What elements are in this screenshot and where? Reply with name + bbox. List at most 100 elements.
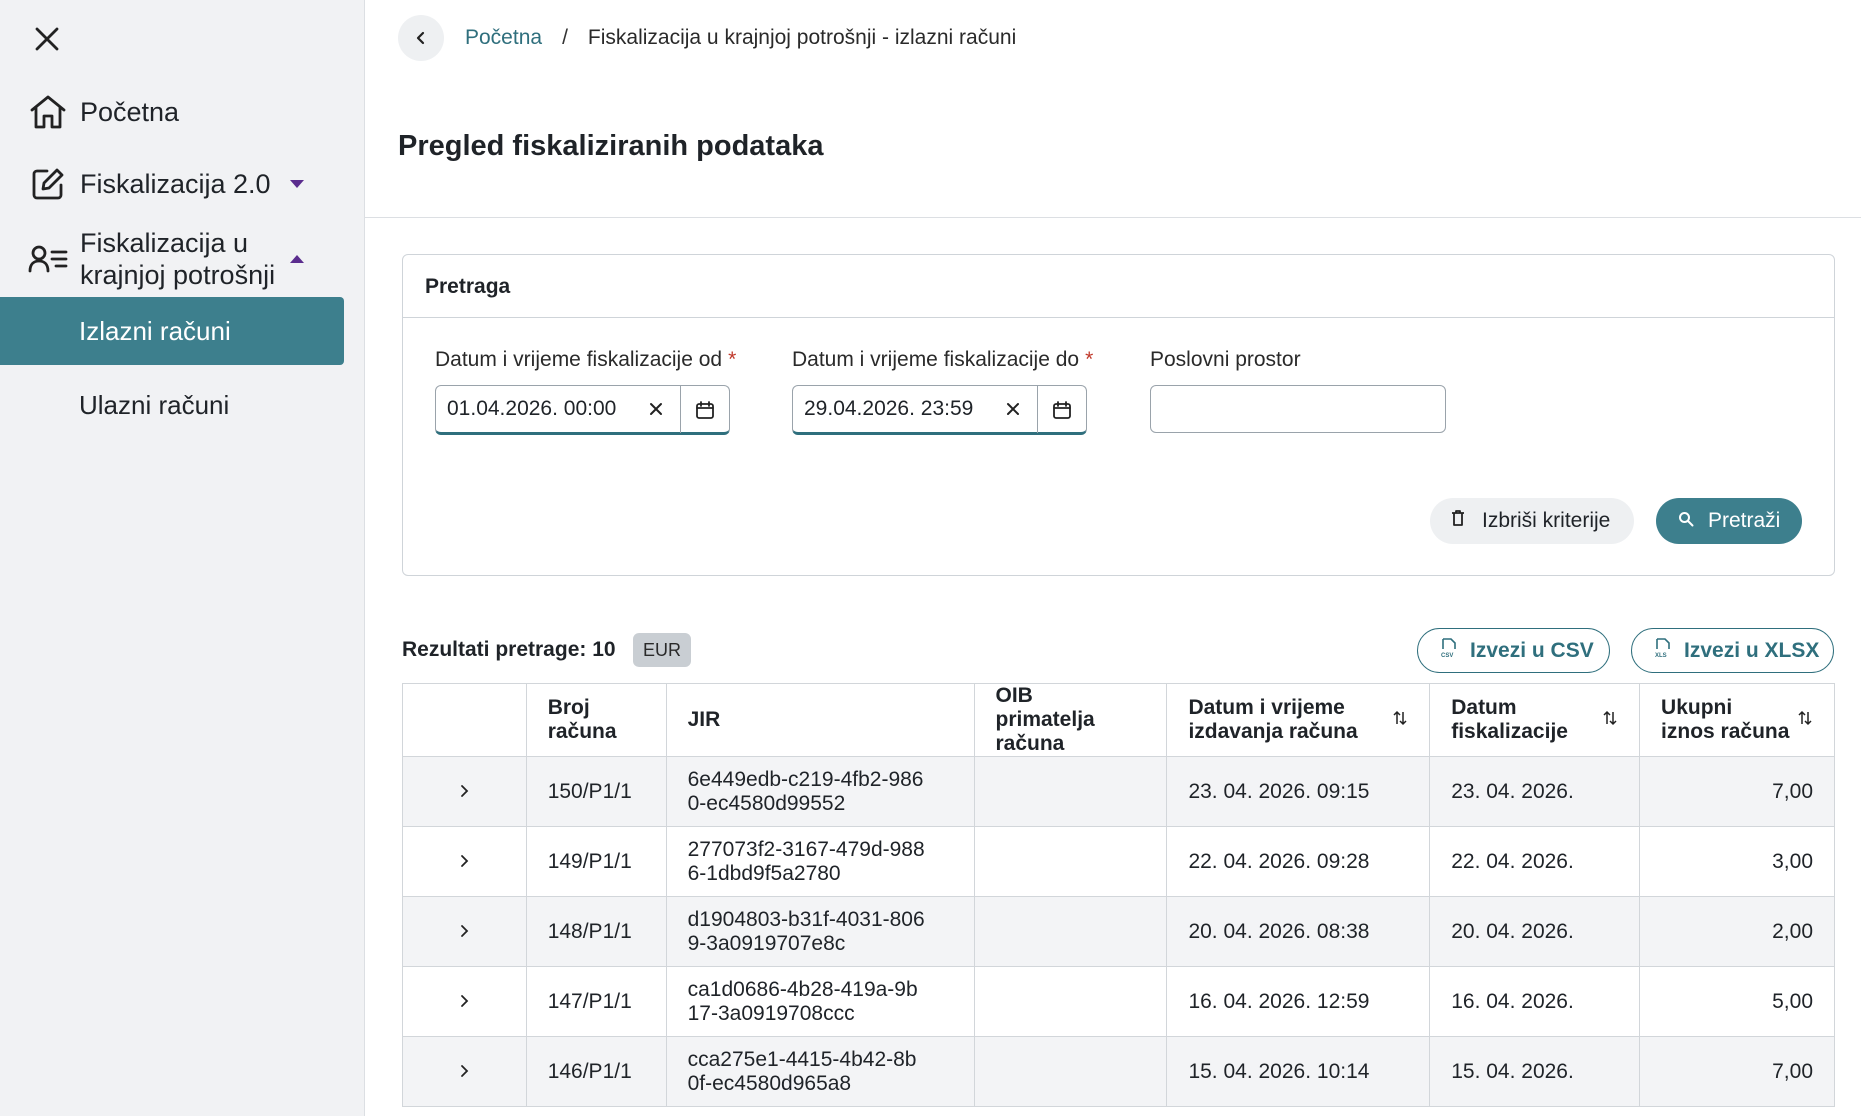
chevron-right-icon	[461, 994, 469, 1007]
clear-date-to-icon[interactable]	[1001, 397, 1025, 421]
expand-row-button[interactable]	[402, 896, 527, 967]
calendar-icon[interactable]	[680, 386, 729, 433]
cell-datum-fiskalizacije: 20. 04. 2026.	[1429, 896, 1641, 967]
cell-datum-fiskalizacije: 23. 04. 2026.	[1429, 756, 1641, 827]
table-row: 147/P1/1 ca1d0686-4b28-419a-9b17-3a09197…	[402, 966, 1835, 1037]
cell-datum-fiskalizacije: 22. 04. 2026.	[1429, 826, 1641, 897]
breadcrumb-current: Fiskalizacija u krajnjoj potrošnji - izl…	[587, 26, 1017, 49]
table-row: 146/P1/1 cca275e1-4415-4b42-8b0f-ec4580d…	[402, 1036, 1835, 1107]
date-to-field[interactable]: 29.04.2026. 23:59	[792, 385, 1087, 435]
date-to-value[interactable]: 29.04.2026. 23:59	[804, 397, 973, 421]
sidebar-item-fiskalizacija-krajnja[interactable]: Fiskalizacija u krajnjoj potrošnji	[0, 226, 365, 292]
cell-broj-racuna: 148/P1/1	[525, 896, 667, 967]
sidebar-item-pocetna[interactable]: Početna	[0, 88, 365, 136]
breadcrumb-separator: /	[562, 26, 568, 49]
breadcrumb: Početna / Fiskalizacija u krajnjoj potro…	[398, 10, 1016, 66]
column-header-broj-racuna: Broj računa	[525, 683, 667, 757]
expand-row-button[interactable]	[402, 756, 527, 827]
close-sidebar-button[interactable]	[30, 22, 64, 56]
cell-jir: ca1d0686-4b28-419a-9b17-3a0919708ccc	[665, 966, 975, 1037]
clear-date-from-icon[interactable]	[644, 397, 668, 421]
table-header-row: Broj računa JIR OIB primatelja računa Da…	[402, 683, 1835, 757]
clear-criteria-button[interactable]: Izbriši kriterije	[1430, 498, 1634, 544]
cell-broj-racuna: 150/P1/1	[525, 756, 667, 827]
export-csv-label: Izvezi u CSV	[1470, 638, 1594, 662]
breadcrumb-home-link[interactable]: Početna	[465, 26, 542, 50]
column-header-jir: JIR	[665, 683, 975, 757]
export-xlsx-button[interactable]: XLS Izvezi u XLSX	[1631, 628, 1834, 673]
sidebar-item-label: Fiskalizacija 2.0	[80, 169, 271, 199]
sidebar-item-fiskalizacija-2[interactable]: Fiskalizacija 2.0	[0, 160, 365, 208]
results-table: Broj računa JIR OIB primatelja računa Da…	[402, 683, 1835, 1107]
expand-row-button[interactable]	[402, 826, 527, 897]
trash-icon	[1450, 509, 1466, 533]
svg-text:CSV: CSV	[1441, 653, 1453, 658]
sidebar-subitem-ulazni-racuni[interactable]: Ulazni računi	[0, 371, 344, 439]
expand-row-button[interactable]	[402, 966, 527, 1037]
results-count: Rezultati pretrage: 10	[402, 638, 616, 661]
home-icon	[28, 92, 68, 132]
column-header-datum-fiskalizacije[interactable]: Datum fiskalizacije	[1429, 683, 1641, 757]
business-premises-input[interactable]	[1150, 385, 1446, 433]
search-label: Pretraži	[1708, 509, 1781, 532]
cell-datum-izdavanja: 15. 04. 2026. 10:14	[1166, 1036, 1431, 1107]
search-panel-title: Pretraga	[425, 275, 511, 298]
divider	[365, 217, 1861, 218]
back-button[interactable]	[398, 15, 444, 61]
date-to-label: Datum i vrijeme fiskalizacije do *	[792, 348, 1094, 371]
export-csv-button[interactable]: CSV Izvezi u CSV	[1417, 628, 1610, 673]
chevron-right-icon	[461, 784, 469, 797]
cell-jir: cca275e1-4415-4b42-8b0f-ec4580d965a8	[665, 1036, 975, 1107]
table-row: 150/P1/1 6e449edb-c219-4fb2-9860-ec4580d…	[402, 756, 1835, 827]
chevron-right-icon	[461, 854, 469, 867]
cell-ukupni-iznos: 7,00	[1639, 1036, 1835, 1107]
table-row: 148/P1/1 d1904803-b31f-4031-8069-3a09197…	[402, 896, 1835, 967]
cell-datum-fiskalizacije: 16. 04. 2026.	[1429, 966, 1641, 1037]
sort-icon[interactable]	[1393, 708, 1407, 732]
cell-datum-izdavanja: 20. 04. 2026. 08:38	[1166, 896, 1431, 967]
cell-datum-izdavanja: 23. 04. 2026. 09:15	[1166, 756, 1431, 827]
clear-criteria-label: Izbriši kriterije	[1482, 509, 1611, 532]
cell-datum-fiskalizacije: 15. 04. 2026.	[1429, 1036, 1641, 1107]
cell-oib	[973, 1036, 1168, 1107]
cell-oib	[973, 896, 1168, 967]
date-from-label: Datum i vrijeme fiskalizacije od *	[435, 348, 737, 371]
cell-jir: d1904803-b31f-4031-8069-3a0919707e8c	[665, 896, 975, 967]
sidebar-item-label: Početna	[80, 97, 180, 127]
cell-broj-racuna: 149/P1/1	[525, 826, 667, 897]
table-row: 149/P1/1 277073f2-3167-479d-9886-1dbd9f5…	[402, 826, 1835, 897]
column-header-expand	[402, 683, 527, 757]
currency-badge: EUR	[633, 633, 691, 667]
export-xlsx-label: Izvezi u XLSX	[1684, 638, 1820, 662]
cell-datum-izdavanja: 22. 04. 2026. 09:28	[1166, 826, 1431, 897]
sidebar-subitem-label: Ulazni računi	[79, 389, 230, 420]
page-title: Pregled fiskaliziranih podataka	[398, 130, 824, 162]
sidebar: Početna Fiskalizacija 2.0 Fiskalizacija …	[0, 0, 365, 1116]
search-button[interactable]: Pretraži	[1656, 498, 1802, 544]
cell-ukupni-iznos: 7,00	[1639, 756, 1835, 827]
edit-icon	[28, 164, 68, 204]
expand-row-button[interactable]	[402, 1036, 527, 1107]
sort-icon[interactable]	[1603, 708, 1617, 732]
cell-oib	[973, 756, 1168, 827]
column-header-datum-izdavanja[interactable]: Datum i vrijeme izdavanja računa	[1166, 683, 1431, 757]
business-premises-label: Poslovni prostor	[1150, 348, 1301, 371]
csv-file-icon: CSV	[1440, 637, 1458, 664]
column-header-ukupni-iznos[interactable]: Ukupni iznos računa	[1639, 683, 1835, 757]
chevron-right-icon	[461, 924, 469, 937]
cell-jir: 6e449edb-c219-4fb2-9860-ec4580d99552	[665, 756, 975, 827]
cell-jir: 277073f2-3167-479d-9886-1dbd9f5a2780	[665, 826, 975, 897]
cell-oib	[973, 826, 1168, 897]
calendar-icon[interactable]	[1037, 386, 1086, 433]
sidebar-subitem-izlazni-racuni[interactable]: Izlazni računi	[0, 297, 344, 365]
date-from-field[interactable]: 01.04.2026. 00:00	[435, 385, 730, 435]
close-icon	[35, 27, 59, 51]
date-from-value[interactable]: 01.04.2026. 00:00	[447, 397, 616, 421]
sort-icon[interactable]	[1798, 708, 1812, 732]
cell-ukupni-iznos: 2,00	[1639, 896, 1835, 967]
cell-broj-racuna: 146/P1/1	[525, 1036, 667, 1107]
sidebar-subitem-label: Izlazni računi	[79, 315, 231, 346]
caret-up-icon	[289, 251, 305, 267]
search-icon	[1678, 509, 1694, 533]
caret-down-icon	[289, 176, 305, 192]
